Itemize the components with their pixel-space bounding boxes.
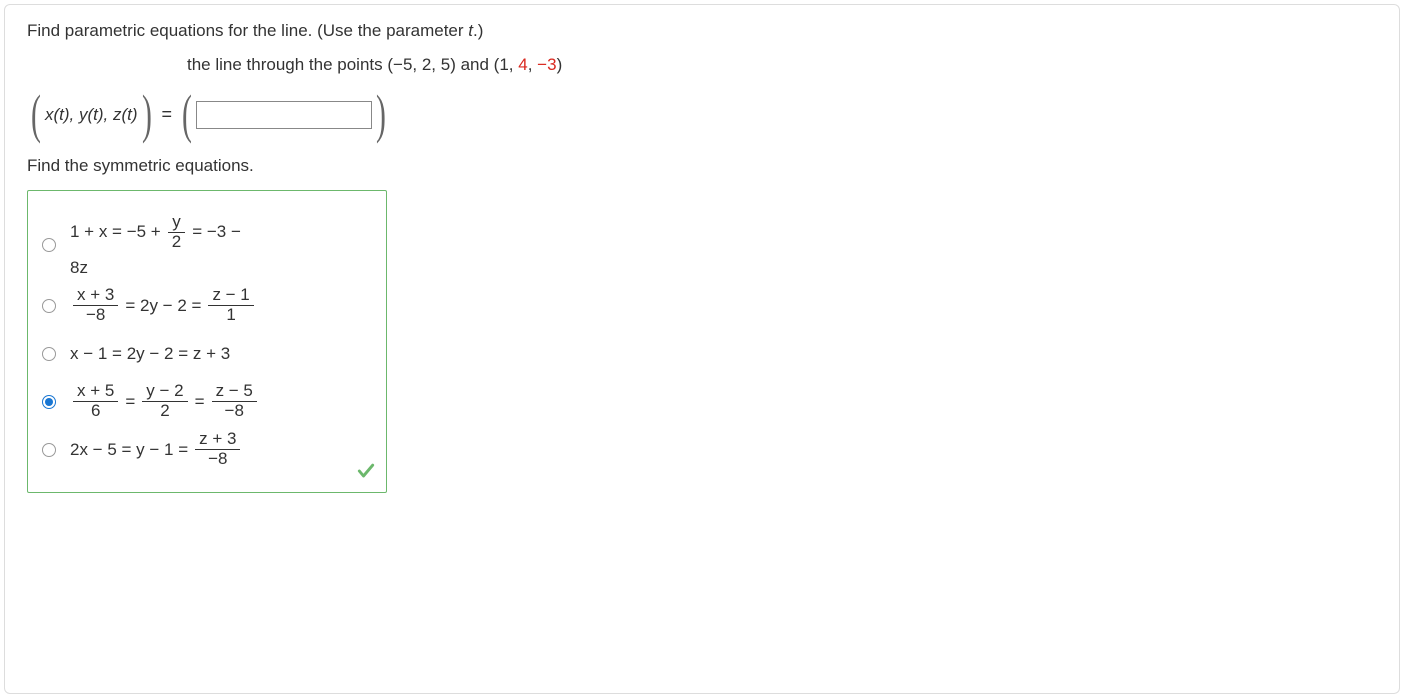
- radio-option-2[interactable]: [42, 299, 56, 313]
- opt3-text: x − 1 = 2y − 2 = z + 3: [70, 344, 230, 364]
- fraction: x + 3 −8: [73, 286, 118, 324]
- prompt-text: Find parametric equations for the line. …: [27, 21, 468, 40]
- fraction: y 2: [168, 213, 185, 251]
- frac-num: y: [168, 213, 185, 233]
- points-post: ): [557, 55, 563, 74]
- frac-den: 6: [87, 402, 104, 421]
- right-paren-icon-2: ): [376, 93, 386, 136]
- parametric-equation-row: ( x(t), y(t), z(t) ) = ( ): [27, 93, 1377, 136]
- parametric-answer-input[interactable]: [196, 101, 372, 129]
- opt2-mid: = 2y − 2 =: [125, 296, 201, 316]
- frac-num: x + 3: [73, 286, 118, 306]
- opt4-eq2: =: [195, 392, 205, 412]
- option-1-math: 1 + x = −5 + y 2 = −3 − 8z: [70, 213, 241, 277]
- left-paren-icon-2: (: [182, 93, 192, 136]
- frac-num: z + 3: [195, 430, 240, 450]
- frac-den: 2: [168, 233, 185, 252]
- fraction: z + 3 −8: [195, 430, 240, 468]
- option-3[interactable]: x − 1 = 2y − 2 = z + 3: [42, 334, 368, 374]
- correct-checkmark-icon: [356, 461, 376, 486]
- option-4[interactable]: x + 5 6 = y − 2 2 = z − 5 −8: [42, 382, 368, 422]
- option-2-math: x + 3 −8 = 2y − 2 = z − 1 1: [70, 286, 257, 324]
- frac-num: x + 5: [73, 382, 118, 402]
- left-paren-icon: (: [31, 93, 41, 136]
- prompt-end: .): [473, 21, 483, 40]
- symmetric-options-box: 1 + x = −5 + y 2 = −3 − 8z x + 3 −8: [27, 190, 387, 492]
- equals-sign: =: [162, 104, 173, 125]
- opt4-eq1: =: [125, 392, 135, 412]
- frac-den: 1: [222, 306, 239, 325]
- points-mid: ,: [528, 55, 537, 74]
- fraction: y − 2 2: [142, 382, 187, 420]
- prompt-parametric: Find parametric equations for the line. …: [27, 21, 1377, 41]
- frac-num: z − 5: [212, 382, 257, 402]
- radio-option-4[interactable]: [42, 395, 56, 409]
- points-pre: the line through the points (−5, 2, 5) a…: [187, 55, 518, 74]
- fraction: z − 5 −8: [212, 382, 257, 420]
- frac-den: −8: [82, 306, 109, 325]
- opt1-line2: 8z: [70, 258, 88, 278]
- frac-den: 2: [156, 402, 173, 421]
- option-5[interactable]: 2x − 5 = y − 1 = z + 3 −8: [42, 430, 368, 470]
- prompt-symmetric: Find the symmetric equations.: [27, 156, 1377, 176]
- option-4-math: x + 5 6 = y − 2 2 = z − 5 −8: [70, 382, 260, 420]
- option-2[interactable]: x + 3 −8 = 2y − 2 = z − 1 1: [42, 286, 368, 326]
- opt1-part-a: 1 + x = −5 +: [70, 222, 161, 242]
- frac-num: z − 1: [208, 286, 253, 306]
- line-through-points: the line through the points (−5, 2, 5) a…: [187, 55, 1377, 75]
- frac-num: y − 2: [142, 382, 187, 402]
- frac-den: −8: [204, 450, 231, 469]
- question-container: Find parametric equations for the line. …: [4, 4, 1400, 694]
- fraction: z − 1 1: [208, 286, 253, 324]
- option-1[interactable]: 1 + x = −5 + y 2 = −3 − 8z: [42, 213, 368, 277]
- right-paren-icon: ): [142, 93, 152, 136]
- opt1-part-b: = −3 −: [192, 222, 241, 242]
- opt5-pre: 2x − 5 = y − 1 =: [70, 440, 188, 460]
- frac-den: −8: [221, 402, 248, 421]
- radio-option-3[interactable]: [42, 347, 56, 361]
- option-3-math: x − 1 = 2y − 2 = z + 3: [70, 344, 230, 364]
- radio-option-5[interactable]: [42, 443, 56, 457]
- function-tuple: x(t), y(t), z(t): [45, 105, 138, 125]
- option-5-math: 2x − 5 = y − 1 = z + 3 −8: [70, 430, 243, 468]
- points-red-4: 4: [518, 55, 527, 74]
- fraction: x + 5 6: [73, 382, 118, 420]
- points-red-neg3: −3: [537, 55, 556, 74]
- radio-option-1[interactable]: [42, 238, 56, 252]
